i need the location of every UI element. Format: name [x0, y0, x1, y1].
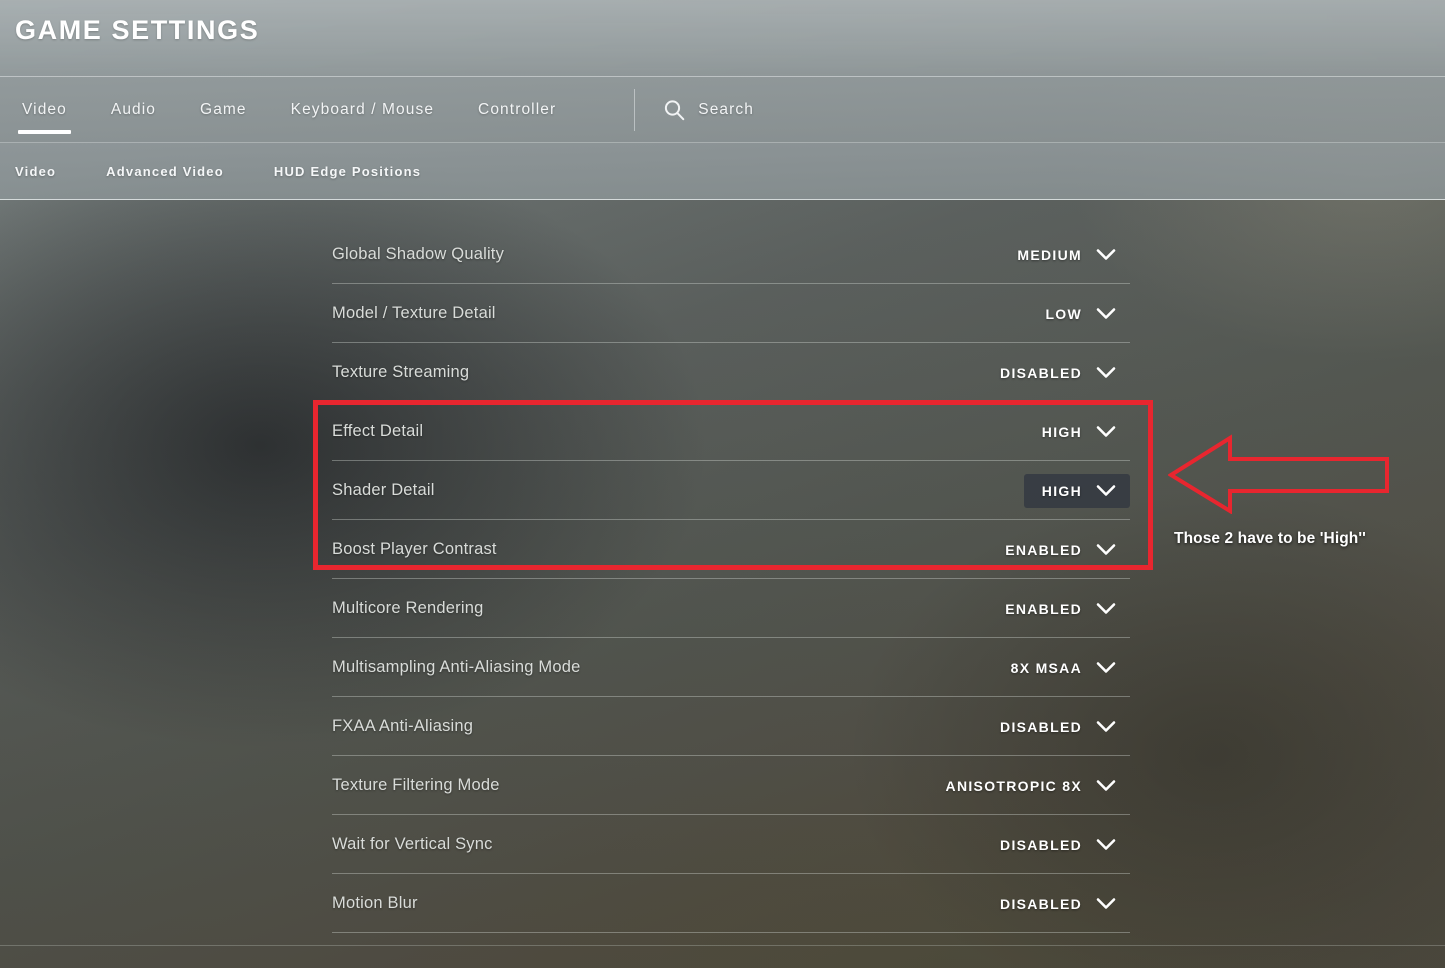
tab-video[interactable]: Video	[0, 77, 89, 143]
setting-label: Boost Player Contrast	[332, 540, 497, 558]
setting-dropdown[interactable]: ENABLED	[987, 533, 1130, 567]
setting-value: ENABLED	[1005, 541, 1082, 558]
chevron-down-icon	[1096, 366, 1116, 379]
tab-video-label: Video	[22, 101, 67, 118]
primary-tab-bar: Video Audio Game Keyboard / Mouse Contro…	[0, 77, 1445, 143]
setting-row[interactable]: Shader Detail HIGH	[332, 461, 1130, 520]
setting-dropdown[interactable]: MEDIUM	[999, 238, 1130, 272]
setting-dropdown[interactable]: DISABLED	[982, 887, 1130, 921]
header-bar: GAME SETTINGS	[0, 0, 1445, 77]
chevron-down-icon	[1096, 425, 1116, 438]
setting-row[interactable]: Boost Player Contrast ENABLED	[332, 520, 1130, 579]
tab-controller-label: Controller	[478, 101, 557, 118]
settings-content: Global Shadow Quality MEDIUM Model / Textu…	[0, 200, 1445, 968]
setting-label: Model / Texture Detail	[332, 304, 496, 322]
setting-dropdown[interactable]: 8X MSAA	[993, 651, 1130, 685]
setting-value: ENABLED	[1005, 600, 1082, 617]
setting-label: FXAA Anti-Aliasing	[332, 717, 474, 735]
setting-label: Global Shadow Quality	[332, 245, 505, 263]
chevron-down-icon	[1096, 838, 1116, 851]
setting-label: Multicore Rendering	[332, 599, 484, 617]
chevron-down-icon	[1096, 248, 1116, 261]
setting-value: HIGH	[1041, 482, 1082, 499]
setting-row[interactable]: Multicore Rendering ENABLED	[332, 579, 1130, 638]
tab-audio-label: Audio	[110, 101, 157, 118]
setting-row[interactable]: Wait for Vertical Sync DISABLED	[332, 815, 1130, 874]
setting-dropdown[interactable]: ANISOTROPIC 8X	[928, 769, 1130, 803]
tab-game[interactable]: Game	[178, 77, 269, 143]
chevron-down-icon	[1096, 484, 1116, 497]
subtab-video[interactable]: Video	[15, 164, 56, 179]
setting-row[interactable]: FXAA Anti-Aliasing DISABLED	[332, 697, 1130, 756]
subtab-advanced-video-label: Advanced Video	[106, 164, 224, 179]
setting-dropdown[interactable]: HIGH	[1024, 415, 1130, 449]
setting-label: Multisampling Anti-Aliasing Mode	[332, 658, 581, 676]
setting-row[interactable]: Global Shadow Quality MEDIUM	[332, 225, 1130, 284]
settings-list: Global Shadow Quality MEDIUM Model / Textu…	[332, 225, 1130, 933]
tab-controller[interactable]: Controller	[456, 77, 578, 143]
chevron-down-icon	[1096, 661, 1116, 674]
subtab-hud-edge-positions-label: HUD Edge Positions	[273, 164, 422, 179]
setting-dropdown[interactable]: DISABLED	[982, 710, 1130, 744]
search-icon	[663, 99, 686, 122]
setting-value: DISABLED	[1000, 895, 1082, 912]
chevron-down-icon	[1096, 307, 1116, 320]
setting-row[interactable]: Multisampling Anti-Aliasing Mode 8X MSAA	[332, 638, 1130, 697]
setting-dropdown[interactable]: HIGH	[1023, 473, 1130, 508]
subtab-video-label: Video	[15, 164, 57, 179]
sub-tab-bar: Video Advanced Video HUD Edge Positions	[0, 143, 1445, 200]
search-placeholder: Search	[698, 101, 754, 118]
setting-value: 8X MSAA	[1010, 659, 1082, 676]
chevron-down-icon	[1096, 720, 1116, 733]
tab-keyboard-mouse[interactable]: Keyboard / Mouse	[269, 77, 456, 143]
setting-label: Effect Detail	[332, 422, 424, 440]
setting-value: HIGH	[1041, 423, 1082, 440]
setting-label: Texture Streaming	[332, 363, 470, 381]
search-input[interactable]: Search	[641, 77, 776, 143]
setting-label: Shader Detail	[332, 481, 435, 499]
setting-label: Wait for Vertical Sync	[332, 835, 493, 853]
setting-row[interactable]: Motion Blur DISABLED	[332, 874, 1130, 933]
setting-label: Motion Blur	[332, 894, 418, 912]
tab-audio[interactable]: Audio	[89, 77, 178, 143]
setting-row[interactable]: Effect Detail HIGH	[332, 402, 1130, 461]
setting-dropdown[interactable]: LOW	[1027, 297, 1130, 331]
setting-row[interactable]: Model / Texture Detail LOW	[332, 284, 1130, 343]
chevron-down-icon	[1096, 897, 1116, 910]
setting-label: Texture Filtering Mode	[332, 776, 500, 794]
setting-value: LOW	[1045, 305, 1082, 322]
game-settings-screen: GAME SETTINGS Video Audio Game Keyboard …	[0, 0, 1445, 968]
tab-keyboard-mouse-label: Keyboard / Mouse	[290, 101, 435, 118]
content-bottom-divider	[0, 945, 1445, 946]
setting-dropdown[interactable]: DISABLED	[982, 828, 1130, 862]
tabbar-divider	[634, 89, 636, 131]
setting-value: MEDIUM	[1017, 246, 1082, 263]
subtab-advanced-video[interactable]: Advanced Video	[106, 164, 224, 179]
setting-value: DISABLED	[1000, 836, 1082, 853]
chevron-down-icon	[1096, 543, 1116, 556]
setting-value: DISABLED	[1000, 364, 1082, 381]
setting-dropdown[interactable]: ENABLED	[987, 592, 1130, 626]
setting-row[interactable]: Texture Streaming DISABLED	[332, 343, 1130, 402]
setting-value: DISABLED	[1000, 718, 1082, 735]
setting-dropdown[interactable]: DISABLED	[982, 356, 1130, 390]
setting-value: ANISOTROPIC 8X	[945, 777, 1082, 794]
tab-game-label: Game	[200, 101, 247, 118]
chevron-down-icon	[1096, 779, 1116, 792]
chevron-down-icon	[1096, 602, 1116, 615]
subtab-hud-edge-positions[interactable]: HUD Edge Positions	[274, 164, 421, 179]
setting-row[interactable]: Texture Filtering Mode ANISOTROPIC 8X	[332, 756, 1130, 815]
page-title: GAME SETTINGS	[15, 15, 260, 45]
